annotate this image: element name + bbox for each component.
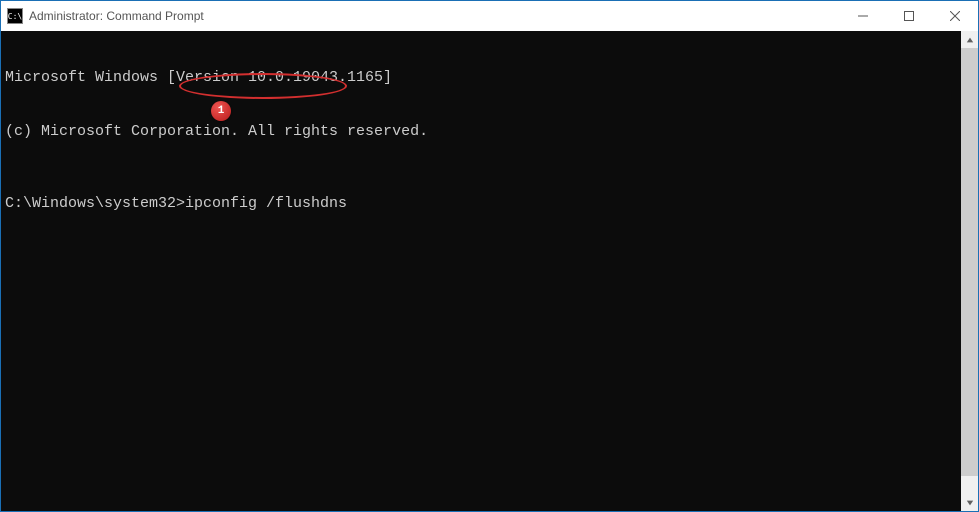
terminal-content[interactable]: Microsoft Windows [Version 10.0.19043.11… — [1, 31, 961, 511]
prompt-line: C:\Windows\system32>ipconfig /flushdns — [5, 195, 957, 213]
scroll-track[interactable] — [961, 48, 978, 494]
command-prompt-window: C:\ Administrator: Command Prompt Micros… — [0, 0, 979, 512]
minimize-button[interactable] — [840, 1, 886, 31]
scroll-down-button[interactable] — [961, 494, 978, 511]
scroll-up-button[interactable] — [961, 31, 978, 48]
titlebar[interactable]: C:\ Administrator: Command Prompt — [1, 1, 978, 31]
output-line: Microsoft Windows [Version 10.0.19043.11… — [5, 69, 957, 87]
annotation-step-badge: 1 — [211, 101, 231, 121]
prompt-text: C:\Windows\system32> — [5, 195, 185, 212]
output-line: (c) Microsoft Corporation. All rights re… — [5, 123, 957, 141]
window-controls — [840, 1, 978, 31]
window-title: Administrator: Command Prompt — [29, 9, 204, 23]
vertical-scrollbar[interactable] — [961, 31, 978, 511]
close-button[interactable] — [932, 1, 978, 31]
app-icon: C:\ — [7, 8, 23, 24]
maximize-button[interactable] — [886, 1, 932, 31]
terminal-area: Microsoft Windows [Version 10.0.19043.11… — [1, 31, 978, 511]
command-text: ipconfig /flushdns — [185, 195, 347, 212]
scroll-thumb[interactable] — [961, 48, 978, 476]
